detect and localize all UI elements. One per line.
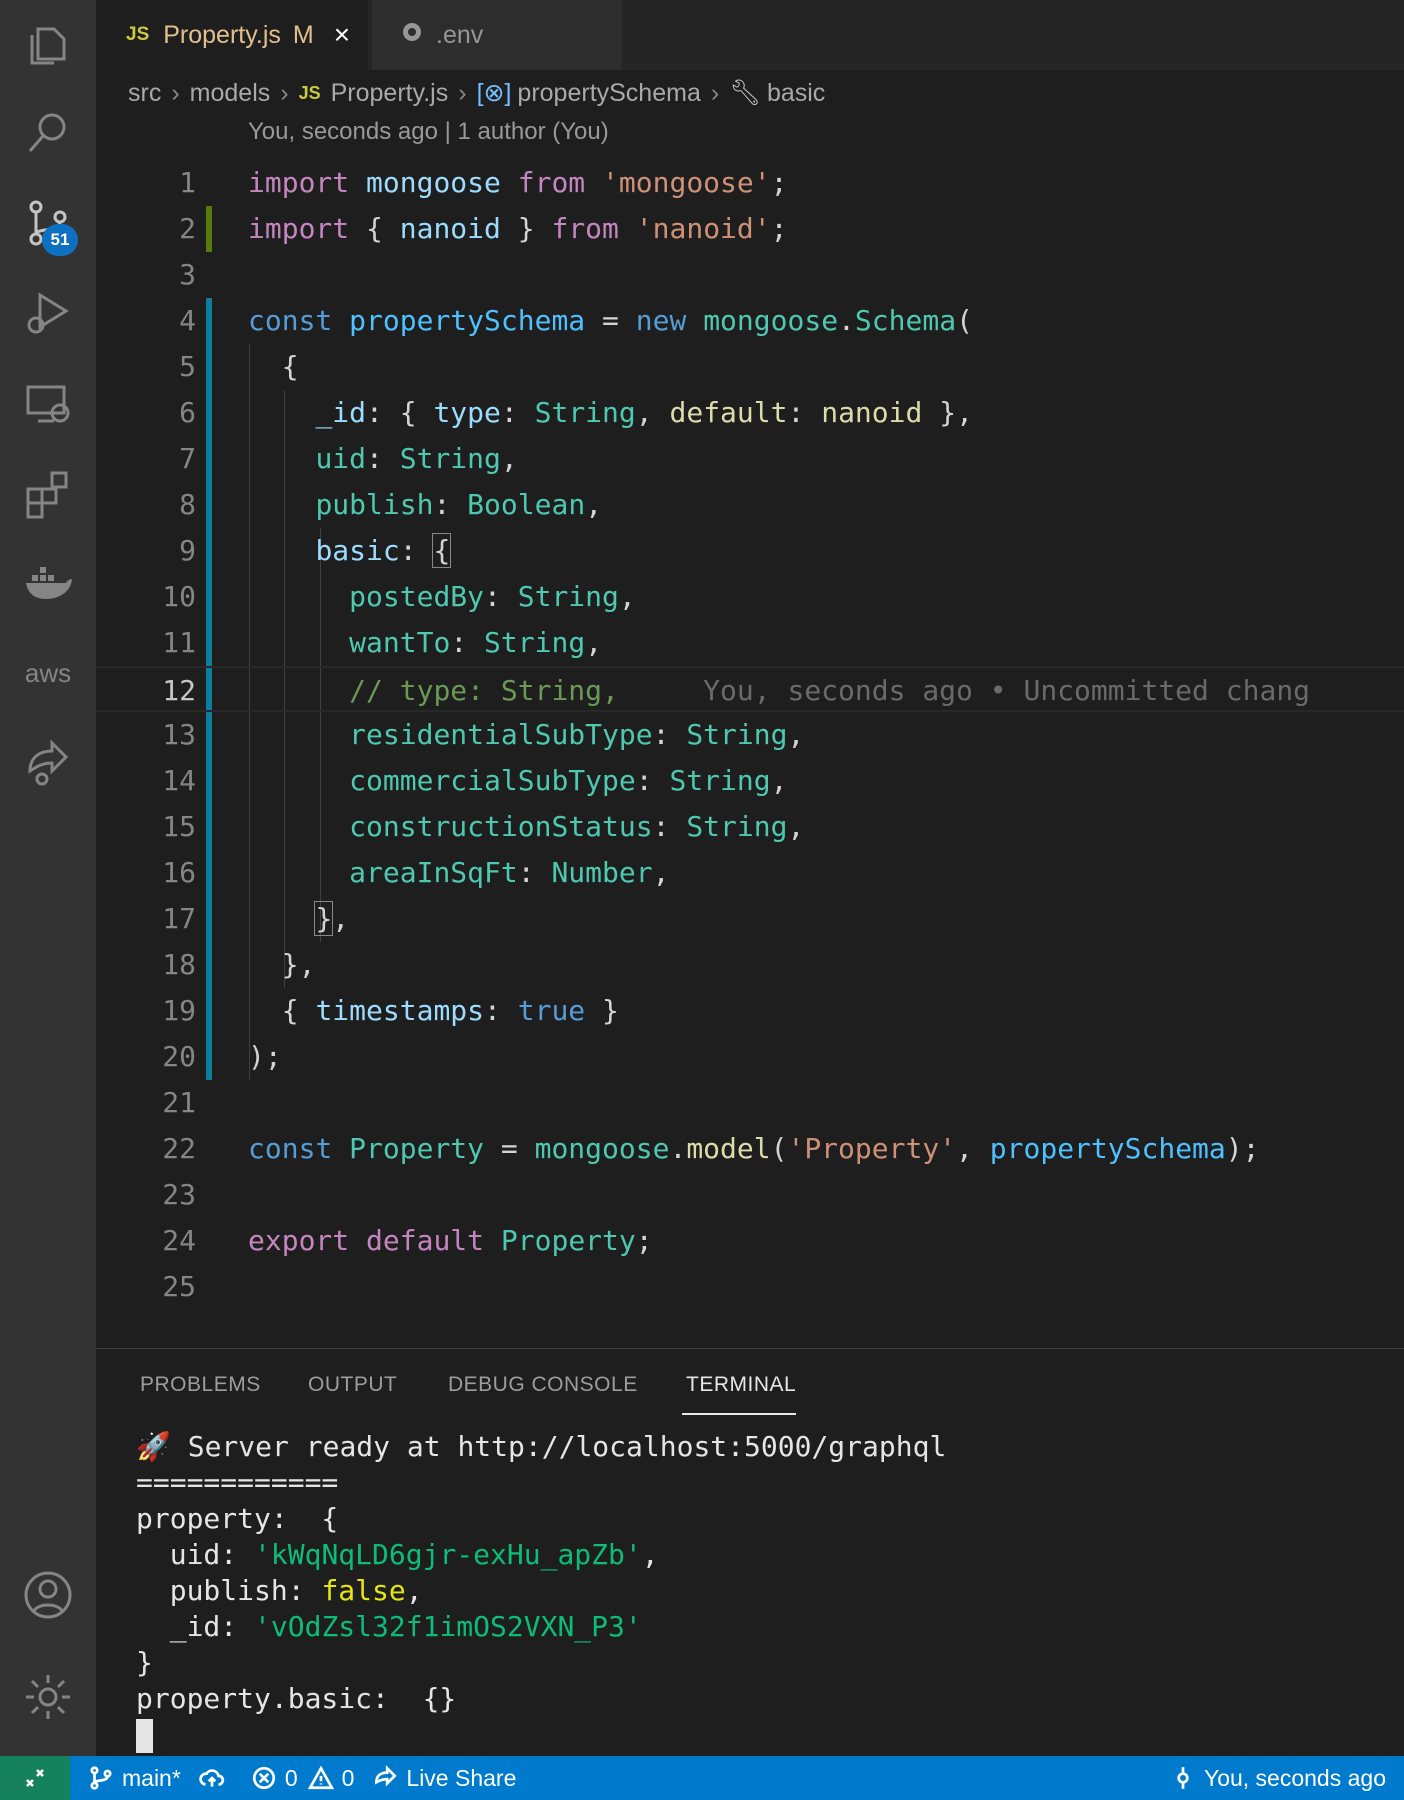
terminal-cursor [136,1719,153,1753]
code-line: 8 publish: Boolean, [179,488,603,521]
tab-label: .env [436,20,484,49]
tab-debug-console[interactable]: DEBUG CONSOLE [448,1373,638,1397]
code-line: 13 residentialSubType: String, [162,718,805,751]
docker-icon[interactable] [0,538,96,628]
breadcrumb: src › models › JS Property.js › [⊗] prop… [96,70,1404,116]
code-line: 19 { timestamps: true } [162,994,619,1027]
breadcrumb-item[interactable]: src [128,79,161,108]
variable-icon: [⊗] [476,79,512,107]
tab-env[interactable]: .env [372,0,622,70]
breadcrumb-item[interactable]: Property.js [331,79,449,108]
breadcrumb-item[interactable]: basic [767,79,825,108]
terminal-line: property: { [136,1502,339,1535]
remote-icon [26,1769,44,1787]
code-line: 11 wantTo: String, [162,626,603,659]
search-icon[interactable] [0,88,96,178]
breadcrumb-item[interactable]: propertySchema [517,79,700,108]
tab-problems[interactable]: PROBLEMS [140,1373,261,1397]
code-line: 4 const propertySchema = new mongoose.Sch… [179,304,973,337]
gear-icon [400,20,424,51]
live-share-button[interactable]: Live Share [372,1765,516,1792]
bottom-panel: PROBLEMS OUTPUT DEBUG CONSOLE TERMINAL 🚀… [96,1348,1404,1756]
chevron-right-icon: › [458,78,467,107]
source-control-icon[interactable]: 51 [0,178,96,268]
code-line: 17 }, [162,901,350,936]
extensions-icon[interactable] [0,448,96,538]
code-line: 25 [162,1270,196,1303]
editor-tab-bar: JS Property.js M × .env [96,0,1404,70]
code-line: 22 const Property = mongoose.model('Prope… [162,1132,1260,1165]
live-share-icon[interactable] [0,718,96,808]
chevron-right-icon: › [280,78,289,107]
terminal-line: 🚀 Server ready at http://localhost:5000/… [136,1430,947,1463]
problems-status[interactable]: 0 0 [251,1765,354,1792]
code-line: 7 uid: String, [179,442,518,475]
remote-indicator[interactable] [0,1756,70,1800]
code-line: 6 _id: { type: String, default: nanoid }… [179,396,973,429]
tab-property-js[interactable]: JS Property.js M × [96,0,368,70]
terminal-line: property.basic: {} [136,1682,457,1715]
git-commit-icon [1177,1767,1189,1789]
code-line: 14 commercialSubType: String, [162,764,788,797]
aws-icon[interactable]: aws [0,628,96,718]
tab-output[interactable]: OUTPUT [308,1373,397,1397]
close-icon[interactable]: × [334,19,350,51]
active-tab-indicator [682,1413,796,1415]
error-icon [252,1766,275,1790]
run-debug-icon[interactable] [0,268,96,358]
terminal-line: ============ [136,1466,339,1499]
activity-bar: 51 aws [0,0,96,1756]
modified-indicator: M [292,20,314,49]
breadcrumb-item[interactable]: models [190,79,271,108]
git-codelens[interactable]: You, seconds ago | 1 author (You) [248,118,609,146]
warning-icon [307,1765,334,1790]
code-line: 3 [179,258,196,291]
git-branch-icon [90,1766,112,1790]
javascript-file-icon: JS [126,24,150,45]
code-line: 23 [162,1178,196,1211]
code-line: 15 constructionStatus: String, [162,810,805,843]
wrench-icon: 🔧︎ [729,78,761,107]
tab-label: Property.js [163,20,281,49]
code-line: 10 postedBy: String, [162,580,636,613]
remote-explorer-icon[interactable] [0,358,96,448]
code-line: 18 }, [162,948,316,981]
branch-status[interactable]: main* [88,1765,181,1792]
current-code-line: 12 // type: String, You, seconds ago • U… [96,666,1404,712]
source-control-badge: 51 [42,224,78,256]
git-blame-status[interactable]: You, seconds ago [1170,1765,1386,1792]
code-line: 1 import mongoose from 'mongoose'; [179,166,788,199]
javascript-file-icon: JS [298,82,321,103]
settings-gear-icon[interactable] [0,1652,96,1742]
code-line: 16 areaInSqFt: Number, [162,856,670,889]
cloud-upload-icon [199,1769,224,1787]
chevron-right-icon: › [171,78,180,107]
code-line: 2 import { nanoid } from 'nanoid'; [179,212,788,245]
code-line: 24 export default Property; [162,1224,653,1257]
tab-terminal[interactable]: TERMINAL [686,1373,796,1397]
inline-git-blame: You, seconds ago • Uncommitted chang [703,674,1311,707]
sync-button[interactable] [199,1765,233,1791]
code-line: 21 [162,1086,196,1119]
account-icon[interactable] [0,1550,96,1640]
code-line: 9 basic: { [179,533,452,568]
terminal-output[interactable]: 🚀 Server ready at http://localhost:5000/… [136,1429,946,1753]
code-line: 5 { [179,350,299,383]
code-line: 20); [162,1040,282,1073]
explorer-icon[interactable] [0,0,96,90]
live-share-icon [375,1765,398,1787]
code-editor[interactable]: 1 import mongoose from 'mongoose'; 2 impor… [96,160,1404,1350]
status-bar: main* 0 0 Live Share You, seconds ago [0,1756,1404,1800]
chevron-right-icon: › [710,78,720,107]
